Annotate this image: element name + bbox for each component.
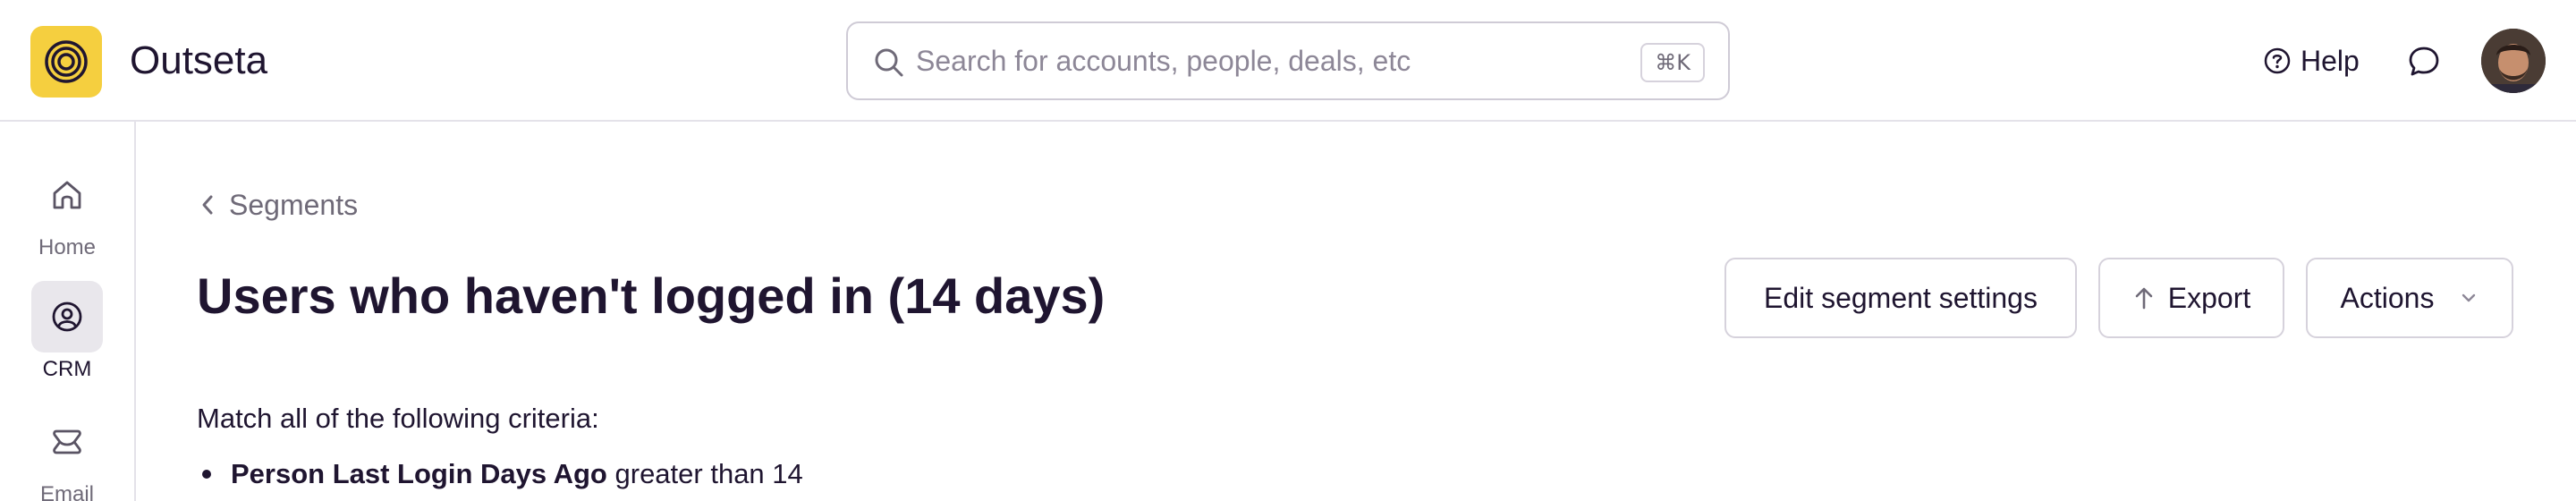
user-avatar[interactable] — [2481, 29, 2546, 93]
criteria-heading: Match all of the following criteria: — [197, 403, 599, 434]
criteria-value: 14 — [772, 458, 803, 489]
help-button[interactable]: Help — [2263, 36, 2360, 86]
arrow-up-icon — [2135, 287, 2153, 310]
sidebar-nav: Home CRM Email — [0, 122, 136, 501]
sidebar-item-crm[interactable]: CRM — [0, 281, 134, 383]
export-label: Export — [2167, 281, 2251, 314]
sidebar-item-home[interactable]: Home — [0, 159, 134, 261]
breadcrumb-back-link[interactable]: Segments — [199, 186, 358, 224]
app-logo[interactable] — [30, 26, 102, 98]
search-icon — [875, 48, 903, 77]
bullet-icon — [202, 470, 211, 479]
help-circle-icon — [2264, 47, 2291, 74]
chevron-left-icon — [202, 195, 213, 215]
criteria-operator: greater than — [614, 458, 765, 489]
home-icon — [53, 181, 81, 209]
export-button[interactable]: Export — [2098, 258, 2284, 338]
help-label: Help — [2301, 44, 2360, 77]
sidebar-item-email[interactable]: Email — [0, 406, 134, 501]
search-input[interactable] — [916, 36, 1578, 86]
sidebar-item-label: Email — [39, 482, 94, 501]
crm-person-icon — [52, 301, 82, 332]
breadcrumb-label: Segments — [229, 188, 359, 221]
logo-icon — [45, 40, 88, 83]
avatar-image — [2481, 29, 2546, 93]
criteria-item: Person Last Login Days Ago greater than … — [197, 454, 803, 494]
criteria-field: Person Last Login Days Ago — [231, 458, 607, 489]
page-title: Users who haven't logged in (14 days) — [197, 267, 1106, 324]
search-shortcut-badge: ⌘K — [1640, 43, 1705, 82]
edit-segment-settings-label: Edit segment settings — [1764, 281, 2038, 314]
edit-segment-settings-button[interactable]: Edit segment settings — [1724, 258, 2077, 338]
actions-label: Actions — [2340, 281, 2435, 314]
actions-dropdown-button[interactable]: Actions — [2306, 258, 2513, 338]
app-name: Outseta — [130, 38, 268, 82]
sidebar-item-label: CRM — [42, 357, 92, 381]
email-icon — [53, 429, 81, 454]
criteria-list: Person Last Login Days Ago greater than … — [197, 454, 803, 494]
sidebar-item-label: Home — [38, 235, 97, 259]
chat-bubble-icon[interactable] — [2406, 43, 2442, 79]
chevron-down-icon — [2462, 293, 2476, 302]
global-search[interactable]: ⌘K — [846, 21, 1730, 100]
top-bar: Outseta ⌘K Help — [0, 0, 2576, 122]
